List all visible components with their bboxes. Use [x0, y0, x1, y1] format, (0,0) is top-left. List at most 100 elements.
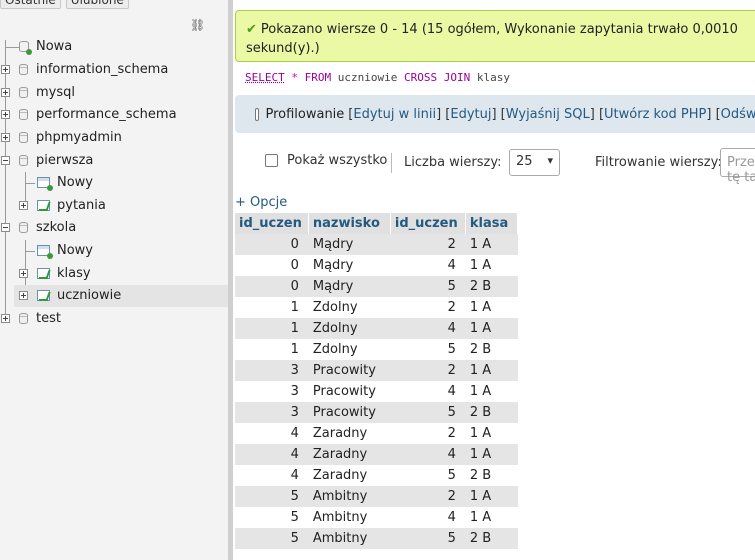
cell-id-uczen: 5 — [235, 507, 309, 528]
table-row[interactable]: 3 Pracowity 4 1 A — [235, 381, 518, 402]
tree-item-label: pytania — [57, 198, 106, 213]
table-row[interactable]: 3 Pracowity 5 2 B — [235, 402, 518, 423]
sql-keyword-select[interactable]: SELECT — [245, 71, 285, 84]
table-icon — [37, 200, 50, 211]
options-link[interactable]: + Opcje — [235, 195, 287, 210]
tree-item-test[interactable]: test — [0, 308, 228, 330]
tree-item-new-database[interactable]: Nowa — [0, 36, 228, 58]
cell-id-uczen: 1 — [235, 297, 309, 318]
database-icon — [19, 132, 28, 143]
table-row[interactable]: 1 Zdolny 5 2 B — [235, 339, 518, 360]
tree-item-pytania[interactable]: pytania — [0, 195, 228, 217]
refresh-link[interactable]: Odśwież — [721, 107, 755, 122]
cell-id-uczen: 3 — [235, 402, 309, 423]
table-row[interactable]: 4 Zaradny 2 1 A — [235, 423, 518, 444]
tree-item-label: phpmyadmin — [36, 130, 122, 145]
bracket: ] [ — [589, 106, 605, 122]
navigation-panel: Ostatnie Ulubione ⛓ Nowa information_sch… — [0, 0, 228, 560]
table-row[interactable]: 3 Pracowity 2 1 A — [235, 360, 518, 381]
cell-nazwisko: Pracowity — [308, 402, 391, 423]
new-table-icon — [37, 177, 53, 191]
table-row[interactable]: 0 Mądry 2 1 A — [235, 234, 518, 255]
cell-nazwisko: Ambitny — [308, 507, 391, 528]
cell-id-uczen-2: 5 — [390, 465, 466, 486]
cell-nazwisko: Ambitny — [308, 528, 391, 549]
tree-item-information-schema[interactable]: information_schema — [0, 59, 228, 81]
table-row[interactable]: 5 Ambitny 4 1 A — [235, 507, 518, 528]
table-row[interactable]: 4 Zaradny 4 1 A — [235, 444, 518, 465]
table-row[interactable]: 4 Zaradny 5 2 B — [235, 465, 518, 486]
expand-icon[interactable] — [1, 314, 10, 323]
cell-id-uczen: 4 — [235, 423, 309, 444]
cell-id-uczen: 4 — [235, 444, 309, 465]
cell-klasa: 2 B — [465, 402, 518, 423]
expand-icon[interactable] — [1, 133, 10, 142]
nav-top-buttons: Ostatnie Ulubione — [0, 0, 129, 9]
expand-icon[interactable] — [1, 65, 10, 74]
sql-keyword-from: FROM — [304, 71, 332, 84]
tree-item-new-table[interactable]: Nowy — [0, 172, 228, 194]
table-icon — [37, 268, 50, 279]
expand-icon[interactable] — [19, 269, 28, 278]
table-row[interactable]: 0 Mądry 5 2 B — [235, 276, 518, 297]
tree-item-phpmyadmin[interactable]: phpmyadmin — [0, 127, 228, 149]
tree-item-pierwsza[interactable]: pierwsza — [0, 150, 228, 172]
database-icon — [19, 222, 28, 233]
table-row[interactable]: 0 Mądry 4 1 A — [235, 255, 518, 276]
show-all-label: Pokaż wszystko — [287, 153, 388, 168]
expand-icon[interactable] — [19, 201, 28, 210]
cell-nazwisko: Zdolny — [308, 339, 391, 360]
results-body: 0 Mądry 2 1 A 0 Mądry 4 1 A 0 Mądry 5 2 B 1 Zdolny 2 1 … — [235, 234, 518, 549]
table-navigation-controls: Pokaż wszystko Liczba wierszy: 25 ▾ Filt… — [233, 148, 755, 185]
tree-item-label: performance_schema — [36, 107, 177, 122]
create-php-code-link[interactable]: Utwórz kod PHP — [604, 107, 706, 122]
inline-edit-link[interactable]: Edytuj w linii — [353, 107, 436, 122]
favorites-button[interactable]: Ulubione — [65, 0, 129, 9]
sql-query: SELECT * FROM uczniowie CROSS JOIN klasy — [245, 71, 510, 84]
tree-item-performance-schema[interactable]: performance_schema — [0, 104, 228, 126]
expand-icon[interactable] — [1, 88, 10, 97]
column-header-id-uczen-2[interactable]: id_uczen — [390, 213, 466, 234]
cell-klasa: 1 A — [465, 444, 518, 465]
tree-item-szkola[interactable]: szkola — [0, 217, 228, 239]
sql-keyword-cross-join: CROSS JOIN — [403, 71, 471, 84]
cell-nazwisko: Pracowity — [308, 360, 391, 381]
tree-item-new-table[interactable]: Nowy — [0, 240, 228, 262]
profiling-checkbox[interactable] — [255, 107, 260, 121]
expand-icon[interactable] — [19, 291, 28, 300]
database-icon — [19, 155, 28, 166]
cell-id-uczen: 5 — [235, 528, 309, 549]
expand-icon[interactable] — [1, 110, 10, 119]
column-header-klasa[interactable]: klasa — [465, 213, 518, 234]
table-row[interactable]: 5 Ambitny 5 2 B — [235, 528, 518, 549]
profiling-label: Profilowanie — [265, 106, 345, 122]
chain-link-icon[interactable]: ⛓ — [190, 18, 205, 32]
rows-count-select[interactable]: 25 ▾ — [509, 149, 560, 176]
cell-id-uczen-2: 5 — [390, 402, 466, 423]
explain-sql-link[interactable]: Wyjaśnij SQL — [506, 107, 590, 122]
table-row[interactable]: 1 Zdolny 4 1 A — [235, 318, 518, 339]
controls-divider — [391, 153, 392, 173]
cell-id-uczen: 1 — [235, 318, 309, 339]
database-icon — [19, 87, 28, 98]
table-row[interactable]: 5 Ambitny 2 1 A — [235, 486, 518, 507]
recent-button[interactable]: Ostatnie — [0, 0, 61, 9]
table-row[interactable]: 1 Zdolny 2 1 A — [235, 297, 518, 318]
filter-rows-input[interactable]: Przeszukaj tę tabelę — [720, 148, 755, 185]
tree-item-mysql[interactable]: mysql — [0, 82, 228, 104]
cell-id-uczen: 5 — [235, 486, 309, 507]
bracket: ] [ — [491, 106, 506, 122]
column-header-nazwisko[interactable]: nazwisko — [308, 213, 391, 234]
database-icon — [19, 64, 28, 75]
cell-id-uczen-2: 5 — [390, 528, 466, 549]
database-icon — [19, 313, 28, 324]
column-header-id-uczen[interactable]: id_uczen — [235, 213, 309, 234]
cell-id-uczen-2: 4 — [390, 444, 466, 465]
show-all-checkbox[interactable] — [265, 154, 278, 167]
collapse-icon[interactable] — [1, 156, 10, 165]
tree-item-uczniowie[interactable]: uczniowie — [14, 285, 228, 307]
edit-link[interactable]: Edytuj — [450, 107, 491, 122]
collapse-icon[interactable] — [1, 223, 10, 232]
tree-item-klasy[interactable]: klasy — [0, 263, 228, 285]
sql-table-klasy: klasy — [476, 71, 510, 84]
